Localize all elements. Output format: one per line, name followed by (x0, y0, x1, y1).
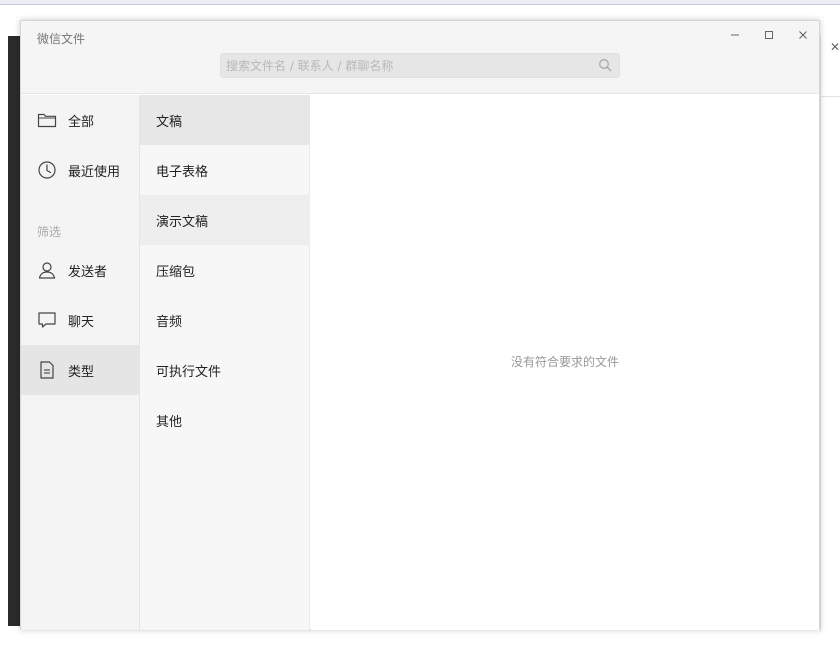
sidebar-item-chat[interactable]: 聊天 (21, 295, 140, 345)
type-item-label: 其他 (156, 415, 183, 430)
folder-icon (37, 113, 57, 128)
sidebar-item-label: 聊天 (68, 315, 95, 330)
minimize-icon (731, 34, 739, 36)
clock-icon (38, 161, 56, 179)
close-button[interactable] (793, 27, 813, 43)
person-icon (38, 262, 56, 279)
sidebar-item-label: 最近使用 (68, 165, 121, 180)
sidebar-item-label: 全部 (68, 115, 95, 130)
search-icon[interactable] (598, 58, 612, 72)
type-item-spreadsheets[interactable]: 电子表格 (140, 145, 310, 195)
type-item-label: 电子表格 (156, 165, 209, 180)
document-icon (40, 361, 54, 379)
chat-bubble-icon (38, 312, 56, 328)
sidebar-item-all[interactable]: 全部 (21, 95, 140, 145)
background-window-strip (0, 0, 840, 5)
empty-state-message: 没有符合要求的文件 (510, 355, 619, 369)
minimize-button[interactable] (725, 27, 745, 43)
type-item-label: 音频 (156, 315, 183, 330)
search-box[interactable] (220, 53, 620, 78)
type-item-other[interactable]: 其他 (140, 395, 310, 445)
window-title: 微信文件 (37, 32, 86, 46)
maximize-icon (765, 31, 773, 39)
sidebar-item-sender[interactable]: 发送者 (21, 245, 140, 295)
sidebar-item-recent[interactable]: 最近使用 (21, 145, 140, 195)
search-input[interactable] (221, 54, 591, 77)
maximize-button[interactable] (759, 27, 779, 43)
title-bar: 微信文件 (21, 21, 819, 94)
close-icon (799, 31, 807, 39)
wechat-files-window: 微信文件 搜索文件名 / 联系人 / 群聊名称 全部 最近使用 筛选 发送者 聊… (20, 20, 820, 630)
type-item-label: 演示文稿 (156, 215, 209, 230)
file-list-area: 没有符合要求的文件 (311, 95, 819, 630)
file-type-list: 文稿 电子表格 演示文稿 压缩包 音频 可执行文件 其他 (140, 95, 310, 630)
type-item-executables[interactable]: 可执行文件 (140, 345, 310, 395)
sidebar-item-label: 发送者 (68, 265, 108, 280)
type-item-archives[interactable]: 压缩包 (140, 245, 310, 295)
type-item-audio[interactable]: 音频 (140, 295, 310, 345)
background-close-icon: ✕ (830, 40, 840, 54)
type-item-label: 压缩包 (156, 265, 196, 280)
type-item-label: 文稿 (156, 115, 183, 130)
type-item-presentations[interactable]: 演示文稿 (140, 195, 310, 245)
filter-section-label: 筛选 (37, 225, 62, 239)
type-item-label: 可执行文件 (156, 365, 222, 380)
background-window-right: ✕ (820, 36, 840, 632)
type-item-documents[interactable]: 文稿 (140, 95, 310, 145)
sidebar: 全部 最近使用 筛选 发送者 聊天 类型 (21, 95, 140, 630)
sidebar-item-type[interactable]: 类型 (21, 345, 140, 395)
sidebar-item-label: 类型 (68, 365, 95, 380)
